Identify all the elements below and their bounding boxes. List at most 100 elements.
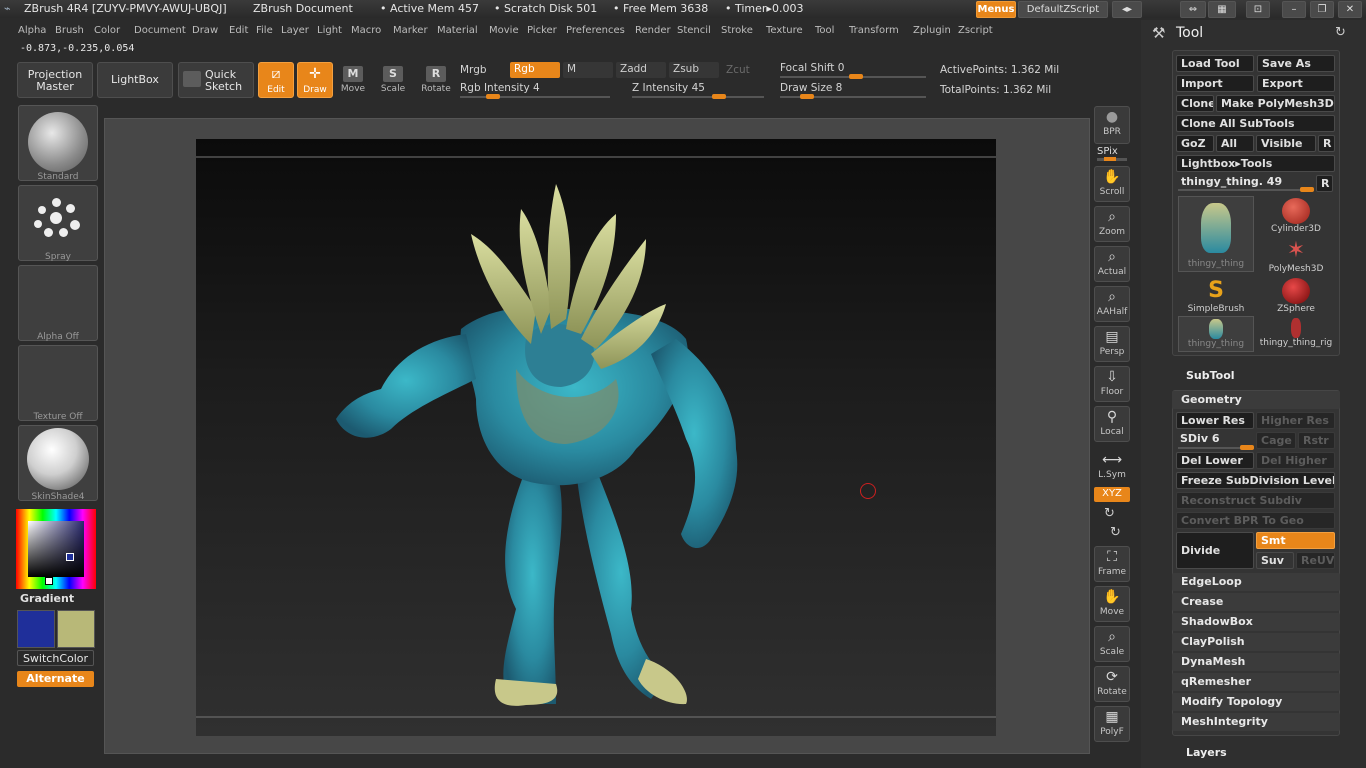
rotate-button[interactable]: R Rotate bbox=[418, 66, 454, 94]
scale-view-button[interactable]: ⌕ Scale bbox=[1094, 626, 1130, 662]
creature-model[interactable] bbox=[196, 139, 996, 736]
refresh-icon[interactable]: ↻ bbox=[1335, 25, 1346, 40]
menu-tool[interactable]: Tool bbox=[815, 25, 834, 36]
menu-preferences[interactable]: Preferences bbox=[566, 25, 625, 36]
actual-button[interactable]: ⌕ Actual bbox=[1094, 246, 1130, 282]
z-intensity-knob[interactable] bbox=[712, 94, 726, 99]
tool-r-button[interactable]: R bbox=[1316, 175, 1333, 192]
goz-button[interactable]: GoZ bbox=[1176, 135, 1214, 152]
local-button[interactable]: ⚲ Local bbox=[1094, 406, 1130, 442]
scale-button[interactable]: S Scale bbox=[377, 66, 409, 94]
claypolish-section[interactable]: ClayPolish bbox=[1172, 633, 1340, 651]
aahalf-button[interactable]: ⌕ AAHalf bbox=[1094, 286, 1130, 322]
rotate-view-button[interactable]: ⟳ Rotate bbox=[1094, 666, 1130, 702]
scroll-button[interactable]: ✋ Scroll bbox=[1094, 166, 1130, 202]
restore-icon[interactable]: ❐ bbox=[1310, 1, 1334, 18]
lightbox-tools-button[interactable]: Lightbox▸Tools bbox=[1176, 155, 1335, 172]
polyf-button[interactable]: ▦ PolyF bbox=[1094, 706, 1130, 742]
menu-render[interactable]: Render bbox=[635, 25, 671, 36]
goz-visible-button[interactable]: Visible bbox=[1256, 135, 1316, 152]
lower-res-button[interactable]: Lower Res bbox=[1176, 412, 1254, 429]
thumb-thingy-thing-2[interactable]: thingy_thing bbox=[1178, 316, 1254, 352]
rgb-intensity-slider[interactable] bbox=[460, 96, 610, 98]
texture-selector[interactable] bbox=[18, 345, 98, 421]
xyz-button[interactable]: XYZ bbox=[1094, 487, 1130, 502]
color-picker[interactable] bbox=[16, 509, 96, 589]
suv-button[interactable]: Suv bbox=[1256, 552, 1294, 569]
menu-stencil[interactable]: Stencil bbox=[677, 25, 711, 36]
layout-icon[interactable]: ⇔ bbox=[1180, 1, 1206, 18]
menu-document[interactable]: Document bbox=[134, 25, 186, 36]
menu-draw[interactable]: Draw bbox=[192, 25, 218, 36]
menu-zscript[interactable]: Zscript bbox=[958, 25, 993, 36]
focal-shift-knob[interactable] bbox=[849, 74, 863, 79]
load-tool-button[interactable]: Load Tool bbox=[1176, 55, 1254, 72]
menu-light[interactable]: Light bbox=[317, 25, 342, 36]
zcut-button[interactable]: Zcut bbox=[726, 64, 750, 76]
qremesher-section[interactable]: qRemesher bbox=[1172, 673, 1340, 691]
color-picker-handle[interactable] bbox=[66, 553, 74, 561]
stroke-selector[interactable] bbox=[18, 185, 98, 261]
menu-transform[interactable]: Transform bbox=[849, 25, 899, 36]
menu-material[interactable]: Material bbox=[437, 25, 478, 36]
m-button[interactable]: M bbox=[563, 62, 613, 78]
quick-sketch-button[interactable]: Quick Sketch bbox=[178, 62, 254, 98]
hue-handle[interactable] bbox=[45, 577, 53, 585]
secondary-color-swatch[interactable] bbox=[57, 610, 95, 648]
edit-button[interactable]: ⧄ Edit bbox=[258, 62, 294, 98]
tool-slider[interactable] bbox=[1178, 189, 1314, 191]
color-saturation-square[interactable] bbox=[28, 521, 84, 577]
divide-button[interactable]: Divide bbox=[1176, 532, 1254, 569]
alpha-selector[interactable] bbox=[18, 265, 98, 341]
menus-button[interactable]: Menus bbox=[976, 1, 1016, 18]
crease-section[interactable]: Crease bbox=[1172, 593, 1340, 611]
menu-picker[interactable]: Picker bbox=[527, 25, 557, 36]
thumb-thingy-thing-rig[interactable]: thingy_thing_rig bbox=[1258, 318, 1334, 356]
rstr-button[interactable]: Rstr bbox=[1298, 432, 1335, 449]
bpr-button[interactable]: ● BPR bbox=[1094, 106, 1130, 144]
rgb-button[interactable]: Rgb bbox=[510, 62, 560, 78]
convert-bpr-button[interactable]: Convert BPR To Geo bbox=[1176, 512, 1335, 529]
menu-texture[interactable]: Texture bbox=[766, 25, 803, 36]
minimize-icon[interactable]: – bbox=[1282, 1, 1306, 18]
layers-section[interactable]: Layers bbox=[1186, 746, 1227, 759]
del-lower-button[interactable]: Del Lower bbox=[1176, 452, 1254, 469]
panel-toggle-icon[interactable]: ◂▸ bbox=[1112, 1, 1142, 18]
thumb-cylinder3d[interactable]: Cylinder3D bbox=[1258, 198, 1334, 236]
document-canvas[interactable] bbox=[196, 139, 996, 736]
move-view-button[interactable]: ✋ Move bbox=[1094, 586, 1130, 622]
projection-master-button[interactable]: Projection Master bbox=[17, 62, 93, 98]
dynamesh-section[interactable]: DynaMesh bbox=[1172, 653, 1340, 671]
persp-button[interactable]: ▤ Persp bbox=[1094, 326, 1130, 362]
thumb-thingy-thing[interactable]: thingy_thing bbox=[1178, 196, 1254, 272]
edgeloop-section[interactable]: EdgeLoop bbox=[1172, 573, 1340, 591]
cage-button[interactable]: Cage bbox=[1256, 432, 1296, 449]
default-zscript-button[interactable]: DefaultZScript bbox=[1018, 1, 1108, 18]
switch-color-button[interactable]: SwitchColor bbox=[17, 650, 94, 666]
thumb-polymesh3d[interactable]: ✶ PolyMesh3D bbox=[1258, 238, 1334, 276]
goz-r-button[interactable]: R bbox=[1318, 135, 1335, 152]
primary-color-swatch[interactable] bbox=[17, 610, 55, 648]
spix-knob[interactable] bbox=[1104, 157, 1116, 161]
sdiv-knob[interactable] bbox=[1240, 445, 1254, 450]
move-button[interactable]: M Move bbox=[337, 66, 369, 94]
rotate-y-icon[interactable]: ↻ bbox=[1104, 506, 1115, 521]
make-polymesh-button[interactable]: Make PolyMesh3D bbox=[1216, 95, 1335, 112]
rotate-z-icon[interactable]: ↻ bbox=[1110, 525, 1121, 540]
alternate-button[interactable]: Alternate bbox=[17, 671, 94, 687]
reuv-button[interactable]: ReUV bbox=[1296, 552, 1335, 569]
menu-edit[interactable]: Edit bbox=[229, 25, 248, 36]
export-button[interactable]: Export bbox=[1257, 75, 1335, 92]
modify-topology-section[interactable]: Modify Topology bbox=[1172, 693, 1340, 711]
clone-button[interactable]: Clone bbox=[1176, 95, 1214, 112]
rgb-intensity-knob[interactable] bbox=[486, 94, 500, 99]
brush-selector[interactable] bbox=[18, 105, 98, 181]
menu-marker[interactable]: Marker bbox=[393, 25, 428, 36]
tool-slider-knob[interactable] bbox=[1300, 187, 1314, 192]
lightbox-button[interactable]: LightBox bbox=[97, 62, 173, 98]
menu-stroke[interactable]: Stroke bbox=[721, 25, 753, 36]
z-intensity-slider[interactable] bbox=[632, 96, 764, 98]
menu-alpha[interactable]: Alpha bbox=[18, 25, 46, 36]
frame-button[interactable]: ⛶ Frame bbox=[1094, 546, 1130, 582]
save-as-button[interactable]: Save As bbox=[1257, 55, 1335, 72]
